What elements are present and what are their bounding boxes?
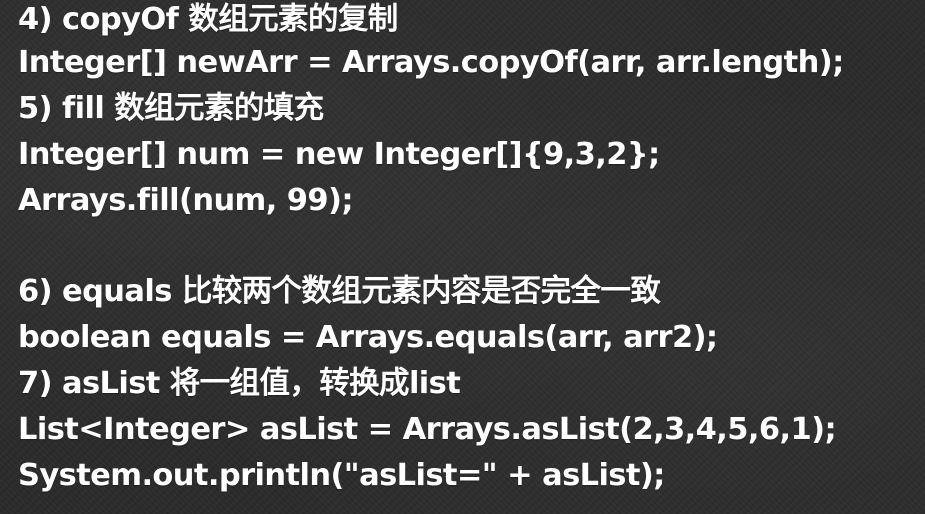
heading-aslist: 7) asList 将一组值，转换成list — [18, 366, 461, 401]
code-line-println: System.out.println("asList=" + asList); — [18, 458, 665, 493]
code-line-copyof: Integer[] newArr = Arrays.copyOf(arr, ar… — [18, 45, 844, 80]
code-line-fill-declare: Integer[] num = new Integer[]{9,3,2}; — [18, 137, 660, 172]
heading-equals: 6) equals 比较两个数组元素内容是否完全一致 — [18, 274, 661, 309]
heading-copyof: 4) copyOf 数组元素的复制 — [18, 2, 398, 37]
slide-content: 4) copyOf 数组元素的复制 Integer[] newArr = Arr… — [18, 0, 925, 514]
code-line-fill-call: Arrays.fill(num, 99); — [18, 183, 354, 218]
code-line-equals: boolean equals = Arrays.equals(arr, arr2… — [18, 320, 718, 355]
code-line-aslist: List<Integer> asList = Arrays.asList(2,3… — [18, 412, 837, 447]
heading-fill: 5) fill 数组元素的填充 — [18, 91, 324, 126]
